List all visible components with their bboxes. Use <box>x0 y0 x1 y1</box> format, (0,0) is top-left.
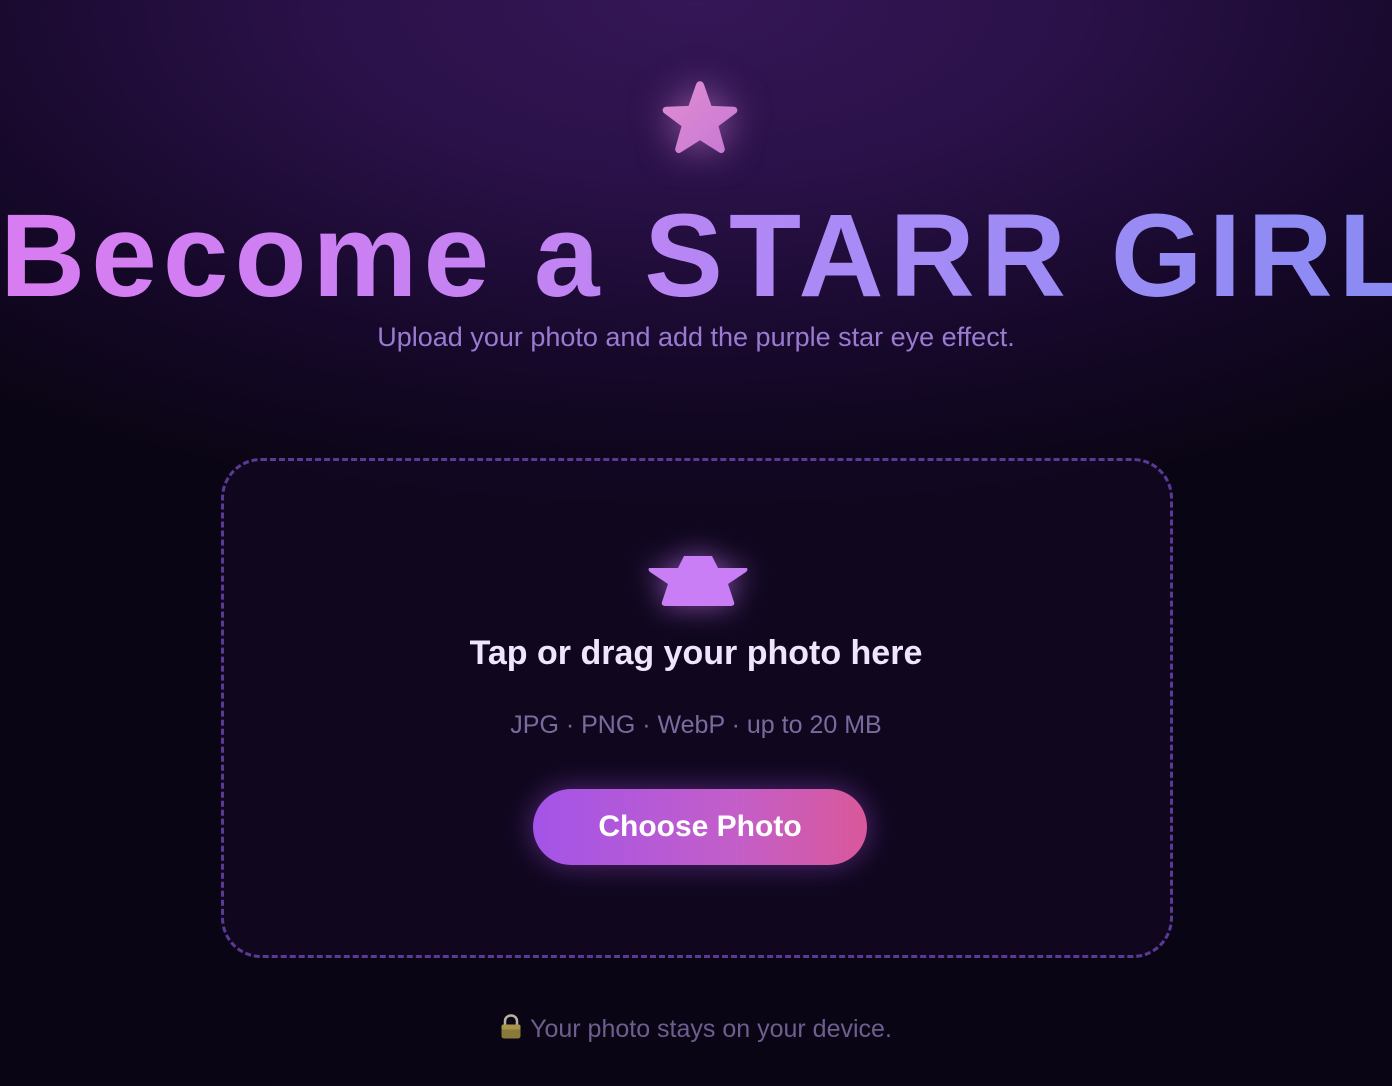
upload-page: Become a STARR GIRL Upload your photo an… <box>0 0 1392 1086</box>
file-format-hint: JPG · PNG · WebP · up to 20 MB <box>510 711 882 739</box>
page-subtitle: Upload your photo and add the purple sta… <box>377 322 1015 352</box>
choose-photo-button[interactable]: Choose Photo <box>533 789 867 865</box>
page-title: Become a STARR GIRL <box>0 186 1392 326</box>
privacy-text: Your photo stays on your device. <box>530 1015 892 1043</box>
privacy-note: Your photo stays on your device. <box>0 1014 1392 1044</box>
star-icon <box>662 81 738 154</box>
star-eye-icon <box>648 556 748 606</box>
photo-dropzone[interactable] <box>221 458 1173 958</box>
lock-icon <box>501 1014 521 1039</box>
dropzone-title: Tap or drag your photo here <box>469 634 923 672</box>
